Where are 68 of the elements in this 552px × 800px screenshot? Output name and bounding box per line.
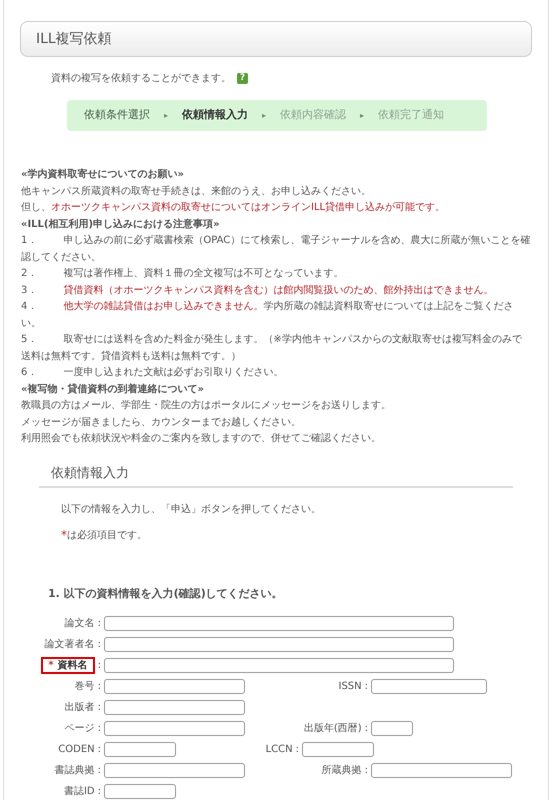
notice-item: 3． 貸借資料（オホーツクキャンパス資料を含む）は館内閲覧扱いのため、館外持出はできません。 — [21, 284, 494, 298]
text-input[interactable] — [104, 678, 245, 694]
form-title: 1. 以下の資料情報を入力(確認)してください。 — [48, 586, 284, 602]
text-input[interactable] — [104, 742, 176, 756]
notice-text: 他キャンパス所蔵資料の取寄せ手続きは、来館のうえ、お申し込みください。 — [21, 184, 372, 198]
field-label: 書誌典拠 — [54, 764, 95, 778]
notice-item: 6． 一度申し込まれた文献は必ずお引取りください。 — [21, 366, 284, 380]
field-separator: : — [98, 722, 101, 736]
field-label: 出版者 — [64, 700, 95, 714]
field-separator: : — [98, 638, 101, 652]
notice-item: 2． 複写は著作権上、資料１冊の全文複写は不可となっています。 — [21, 266, 344, 281]
field-label: 所蔵典拠 — [322, 764, 362, 778]
text-input[interactable] — [104, 784, 176, 798]
help-icon[interactable]: ? — [237, 73, 248, 84]
field-separator: : — [98, 742, 101, 756]
instruction-text: 以下の情報を入力し、「申込」ボタンを押してください。 — [61, 502, 322, 517]
field-separator: : — [98, 616, 101, 630]
step-arrow-icon: ▸ — [164, 110, 168, 122]
notice-heading: «学内資料取寄せについてのお願い» — [21, 167, 185, 182]
notice-text: 教職員の方はメール、学部生・院生の方はポータルにメッセージをお送りします。 — [21, 398, 392, 413]
field-label: ISSN — [338, 680, 362, 694]
required-mark: * — [61, 527, 67, 544]
notice-item: 4． 他大学の雑誌貸借はお申し込みできません。学内所蔵の雑誌資料取寄せについては上記をご覧ください。 — [21, 300, 514, 330]
step-label: 依頼情報入力 — [182, 107, 248, 124]
field-label: ページ — [64, 722, 95, 736]
notice-text: 但し、オホーツクキャンパス資料の取寄せについてはオンラインILL貸借申し込みが可能です。 — [21, 200, 446, 215]
notice-text: 利用照会でも依頼状況や料金のご案内を致しますので、併せてご確認ください。 — [21, 432, 382, 446]
intro-text: 資料の複写を依頼することができます。 — [51, 72, 231, 86]
text-input[interactable] — [104, 762, 245, 778]
text-input[interactable] — [104, 700, 245, 714]
section-title: 依頼情報入力 — [39, 464, 513, 488]
field-separator: : — [98, 700, 101, 714]
text-input[interactable] — [104, 658, 454, 672]
field-separator: : — [98, 658, 101, 672]
step-arrow-icon: ▸ — [360, 110, 364, 122]
field-label: LCCN — [266, 742, 293, 756]
field-separator: : — [98, 680, 101, 694]
text-input[interactable] — [371, 678, 487, 694]
field-label: 論文名 — [64, 616, 95, 630]
notice-heading: «ILL(相互利用)申し込みにおける注意事項» — [21, 217, 221, 232]
text-input[interactable] — [371, 720, 413, 736]
text-input[interactable] — [371, 762, 512, 778]
notice-item: 5． 取寄せには送料を含めた料金が発生します。（※学内他キャンパスからの文献取寄せは複写料金のみで送料は無料です。貸借資料も送料は無料です。） — [21, 332, 523, 364]
page-header: ILL複写依頼 — [20, 21, 532, 57]
text-input[interactable] — [104, 636, 454, 652]
required-note: は必須項目です。 — [67, 528, 147, 542]
field-separator: : — [364, 764, 368, 778]
step-arrow-icon: ▸ — [262, 110, 266, 122]
field-separator: : — [364, 680, 368, 694]
field-label: CODEN — [58, 742, 95, 756]
notice-text: メッセージが届きましたら、カウンターまでお越しください。 — [21, 416, 302, 430]
field-separator: : — [296, 742, 299, 756]
field-label: 出版年(西暦) — [304, 722, 362, 736]
step-label: 依頼条件選択 — [84, 107, 150, 124]
field-separator: : — [98, 784, 101, 798]
notice-item: 1． 申し込みの前に必ず蔵書検索（OPAC）にて検索し、電子ジャーナルを含め、農大に所蔵が無いことを確認してください。 — [21, 234, 531, 264]
step-label: 依頼内容確認 — [280, 107, 346, 124]
text-input[interactable] — [302, 742, 374, 756]
field-label: * 資料名 — [41, 656, 95, 674]
notice-heading: «複写物・貸借資料の到着連絡について» — [21, 382, 205, 396]
text-input[interactable] — [104, 720, 245, 736]
field-label: 書誌ID — [64, 784, 95, 798]
field-separator: : — [364, 722, 368, 736]
field-separator: : — [98, 764, 101, 778]
step-label: 依頼完了通知 — [378, 107, 444, 124]
text-input[interactable] — [104, 616, 454, 630]
field-label: 論文著者名 — [44, 638, 95, 652]
field-label: 巻号 — [74, 680, 95, 694]
